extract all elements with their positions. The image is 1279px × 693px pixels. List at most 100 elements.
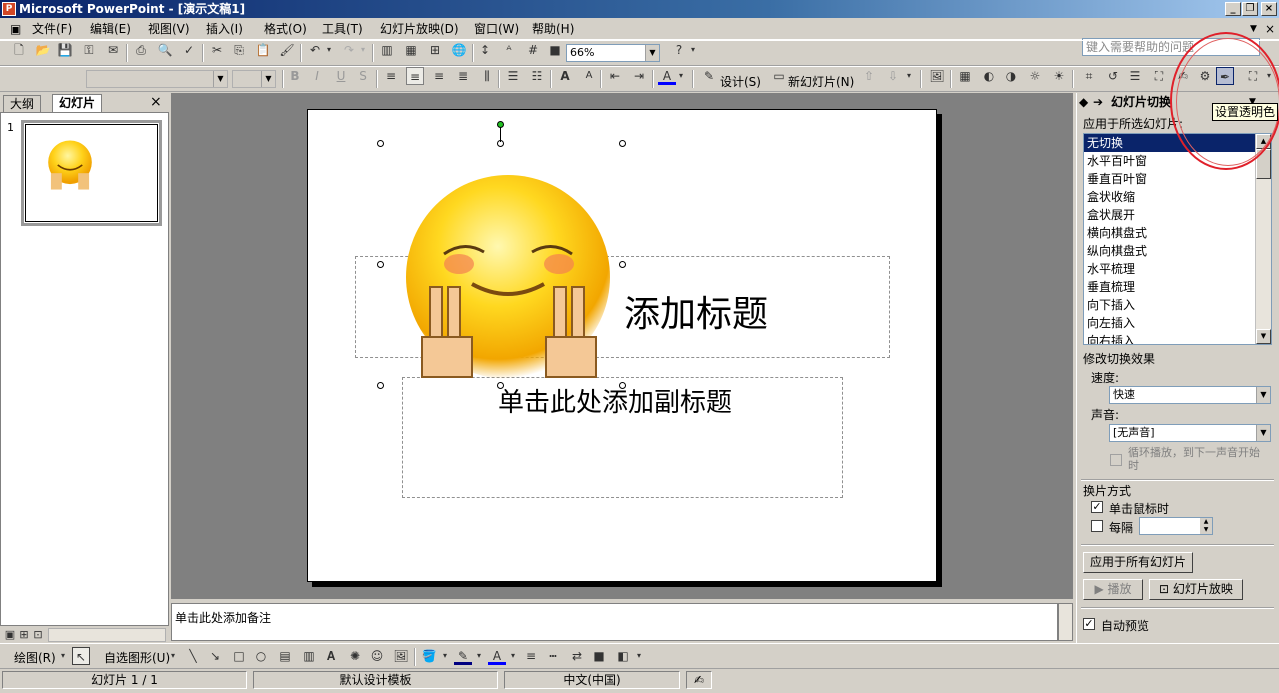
clipart-icon[interactable]: ☺	[368, 647, 386, 665]
transition-item[interactable]: 盒状收缩	[1084, 188, 1271, 206]
oval-icon[interactable]: ○	[252, 647, 270, 665]
save-icon[interactable]: 💾	[56, 41, 74, 59]
spin-up-icon[interactable]: ▲	[1200, 518, 1212, 526]
resize-handle[interactable]	[377, 261, 384, 268]
transition-item[interactable]: 向右插入	[1084, 332, 1271, 344]
auto-advance-time-input[interactable]: ▲ ▼	[1139, 517, 1213, 535]
menu-file[interactable]: 文件(F)	[32, 21, 72, 37]
menu-window[interactable]: 窗口(W)	[474, 21, 519, 37]
close-document-button[interactable]: ×	[1265, 21, 1275, 37]
underline-icon[interactable]: U	[332, 67, 350, 85]
auto-preview-checkbox[interactable]: ✓	[1083, 618, 1095, 630]
move-up-icon[interactable]: ⇧	[860, 67, 878, 85]
sound-dropdown-icon[interactable]: ▼	[1256, 425, 1270, 441]
justify-icon[interactable]: ≣	[454, 67, 472, 85]
help-dropdown-icon[interactable]: ▼	[1250, 21, 1257, 37]
show-formatting-icon[interactable]: ᴬ	[500, 41, 518, 59]
email-icon[interactable]: ✉	[104, 41, 122, 59]
autoshapes-menu-button[interactable]: 自选图形(U)	[104, 649, 170, 666]
line-color-dropdown-icon[interactable]: ▾	[474, 647, 484, 665]
transition-item[interactable]: 垂直梳理	[1084, 278, 1271, 296]
notes-pane[interactable]: 单击此处添加备注	[171, 603, 1058, 641]
draw-font-color-dropdown-icon[interactable]: ▾	[508, 647, 518, 665]
menu-edit[interactable]: 编辑(E)	[90, 21, 131, 37]
line-style-icon[interactable]: ≡	[522, 647, 540, 665]
zoom-dropdown-icon[interactable]: ▼	[645, 45, 659, 61]
spelling-status-icon[interactable]: ✍	[686, 671, 712, 689]
menu-tools[interactable]: 工具(T)	[322, 21, 363, 37]
decrease-indent-icon[interactable]: ⇤	[606, 67, 624, 85]
hyperlink-icon[interactable]: 🌐	[450, 41, 468, 59]
more-brightness-icon[interactable]: ☼	[1026, 67, 1044, 85]
close-pane-button[interactable]: ×	[150, 94, 162, 110]
paste-icon[interactable]: 📋	[254, 41, 272, 59]
menu-insert[interactable]: 插入(I)	[206, 21, 243, 37]
horizontal-scrollbar[interactable]	[48, 628, 166, 642]
shadow-style-icon[interactable]: ■	[590, 647, 608, 665]
transition-item[interactable]: 水平梳理	[1084, 260, 1271, 278]
fill-color-dropdown-icon[interactable]: ▾	[440, 647, 450, 665]
resize-handle[interactable]	[619, 140, 626, 147]
slideshow-button[interactable]: ⊡ 幻灯片放映	[1149, 579, 1243, 600]
transition-item[interactable]: 垂直百叶窗	[1084, 170, 1271, 188]
print-icon[interactable]: ⎙	[132, 41, 150, 59]
align-center-icon[interactable]: ≡	[406, 67, 424, 85]
copy-icon[interactable]: ⎘	[230, 41, 248, 59]
insert-picture-icon[interactable]: 🖼	[928, 67, 946, 85]
arrow-style-icon[interactable]: ⇄	[568, 647, 586, 665]
resize-handle[interactable]	[619, 261, 626, 268]
tables-borders-icon[interactable]: ⊞	[426, 41, 444, 59]
bold-icon[interactable]: B	[286, 67, 304, 85]
transition-item[interactable]: 向左插入	[1084, 314, 1271, 332]
smiley-picture[interactable]	[404, 172, 612, 382]
font-name-dropdown-icon[interactable]: ▼	[213, 71, 227, 87]
apply-to-all-slides-button[interactable]: 应用于所有幻灯片	[1083, 552, 1193, 573]
increase-font-icon[interactable]: A	[556, 67, 574, 85]
speed-select[interactable]: 快速 ▼	[1109, 386, 1271, 404]
less-brightness-icon[interactable]: ☀	[1050, 67, 1068, 85]
back-icon[interactable]: ◆	[1079, 93, 1088, 111]
open-icon[interactable]: 📂	[34, 41, 52, 59]
wordart-icon[interactable]: 𝐀	[322, 647, 340, 665]
draw-font-color-icon[interactable]: A	[488, 647, 506, 665]
undo-dropdown-icon[interactable]: ▾	[324, 41, 334, 59]
restore-button[interactable]: ❐	[1242, 2, 1258, 16]
picture-icon[interactable]: 🖼	[392, 647, 410, 665]
show-grid-icon[interactable]: #	[524, 41, 542, 59]
menu-slideshow[interactable]: 幻灯片放映(D)	[380, 21, 459, 37]
redo-icon[interactable]: ↷	[340, 41, 358, 59]
color-picture-icon[interactable]: ▦	[956, 67, 974, 85]
powerpoint-app-icon[interactable]: P	[2, 2, 16, 16]
crop-icon[interactable]: ⌗	[1080, 67, 1098, 85]
numbering-icon[interactable]: ☰	[504, 67, 522, 85]
italic-icon[interactable]: I	[308, 67, 326, 85]
move-down-icon[interactable]: ⇩	[884, 67, 902, 85]
resize-handle[interactable]	[497, 382, 504, 389]
bullets-icon[interactable]: ☷	[528, 67, 546, 85]
menu-view[interactable]: 视图(V)	[148, 21, 190, 37]
more-contrast-icon[interactable]: ◐	[980, 67, 998, 85]
draw-menu-button[interactable]: 绘图(R)	[14, 649, 56, 666]
font-name-select[interactable]: ▼	[86, 70, 228, 88]
resize-handle[interactable]	[619, 382, 626, 389]
menu-format[interactable]: 格式(O)	[264, 21, 307, 37]
font-color-icon[interactable]: A	[658, 67, 676, 85]
insert-chart-icon[interactable]: ▥	[378, 41, 396, 59]
select-objects-icon[interactable]: ↖	[72, 647, 90, 665]
line-color-icon[interactable]: ✎	[454, 647, 472, 665]
spin-down-icon[interactable]: ▼	[1200, 526, 1212, 534]
slide-thumbnail[interactable]	[21, 120, 162, 226]
insert-table-icon[interactable]: ▦	[402, 41, 420, 59]
3d-style-icon[interactable]: ◧	[614, 647, 632, 665]
forward-icon[interactable]: ➔	[1093, 93, 1103, 111]
transition-item[interactable]: 盒状展开	[1084, 206, 1271, 224]
close-window-button[interactable]: ×	[1261, 2, 1277, 16]
rectangle-icon[interactable]: □	[230, 647, 248, 665]
redo-dropdown-icon[interactable]: ▾	[358, 41, 368, 59]
design-button[interactable]: 设计(S)	[720, 73, 761, 90]
autoshapes-dropdown-icon[interactable]: ▾	[168, 647, 178, 665]
expand-all-icon[interactable]: ↕	[476, 41, 494, 59]
shadow-icon[interactable]: S	[354, 67, 372, 85]
draw-dropdown-icon[interactable]: ▾	[58, 647, 68, 665]
increase-indent-icon[interactable]: ⇥	[630, 67, 648, 85]
